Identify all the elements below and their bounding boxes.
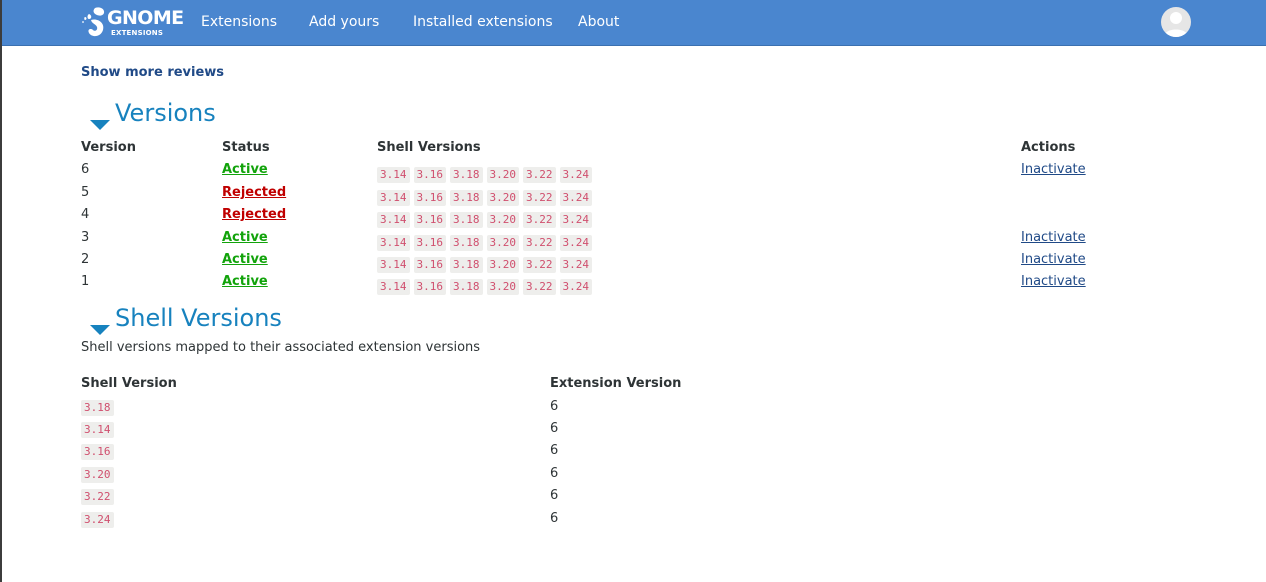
shell-version-list: 3.14 3.16 3.18 3.20 3.22 3.24: [377, 208, 596, 228]
shell-version-badge: 3.22: [523, 190, 556, 206]
inactivate-link[interactable]: Inactivate: [1021, 252, 1086, 268]
inactivate-link[interactable]: Inactivate: [1021, 274, 1086, 290]
shell-version-badge: 3.22: [523, 279, 556, 295]
logo-wordmark: GNOME: [107, 7, 184, 29]
shell-version-badge: 3.22: [523, 167, 556, 183]
user-avatar[interactable]: [1161, 7, 1191, 37]
versions-heading[interactable]: Versions: [90, 99, 216, 130]
shell-version-badge: 3.18: [450, 167, 483, 183]
col-shell-version: Shell Version: [81, 376, 177, 391]
nav-about[interactable]: About: [578, 13, 619, 31]
shell-version-badge: 3.24: [81, 512, 114, 528]
extension-version: 6: [550, 488, 559, 503]
shell-version-badge: 3.16: [413, 167, 446, 183]
gnome-extensions-logo[interactable]: GNOME EXTENSIONS: [81, 4, 184, 40]
shell-version-badge: 3.14: [81, 422, 114, 438]
col-shell-versions: Shell Versions: [377, 140, 481, 155]
nav-add-yours[interactable]: Add yours: [309, 13, 379, 31]
shell-version-badge: 3.16: [413, 212, 446, 228]
shell-version-badge: 3.18: [450, 190, 483, 206]
shell-version-badge: 3.24: [559, 235, 592, 251]
shell-version-badge: 3.14: [377, 190, 410, 206]
shell-versions-description: Shell versions mapped to their associate…: [81, 340, 481, 355]
extension-version: 6: [550, 399, 559, 414]
collapse-arrow-icon: [90, 120, 110, 130]
version-number: 4: [81, 207, 90, 222]
shell-version-badge: 3.14: [377, 235, 410, 251]
inactivate-link[interactable]: Inactivate: [1021, 162, 1086, 178]
version-number: 2: [81, 252, 90, 267]
shell-version-badge: 3.24: [559, 212, 592, 228]
status-link[interactable]: Active: [222, 252, 268, 268]
shell-version-badge: 3.20: [486, 257, 519, 273]
nav-extensions[interactable]: Extensions: [201, 13, 277, 31]
shell-version-badge: 3.18: [450, 235, 483, 251]
shell-version-badge: 3.24: [559, 279, 592, 295]
shell-version-badge: 3.16: [413, 279, 446, 295]
shell-version-list: 3.14 3.16 3.18 3.20 3.22 3.24: [377, 253, 596, 273]
inactivate-link[interactable]: Inactivate: [1021, 230, 1086, 246]
shell-version-badge: 3.24: [559, 190, 592, 206]
status-link[interactable]: Rejected: [222, 185, 286, 201]
shell-version-badge: 3.22: [523, 212, 556, 228]
col-extension-version: Extension Version: [550, 376, 682, 391]
show-more-reviews-link[interactable]: Show more reviews: [81, 65, 224, 81]
shell-version-badge: 3.16: [81, 444, 114, 460]
col-actions: Actions: [1021, 140, 1076, 155]
shell-version-badge: 3.14: [377, 167, 410, 183]
shell-version-badge: 3.20: [81, 467, 114, 483]
shell-version-badge: 3.16: [413, 257, 446, 273]
shell-versions-heading[interactable]: Shell Versions: [90, 304, 282, 335]
shell-version-list: 3.14 3.16 3.18 3.20 3.22 3.24: [377, 275, 596, 295]
shell-version-badge: 3.14: [377, 279, 410, 295]
shell-version-badge: 3.22: [523, 257, 556, 273]
extension-version: 6: [550, 443, 559, 458]
shell-version-badge: 3.24: [559, 167, 592, 183]
gnome-foot-icon: [82, 7, 105, 37]
nav-installed-extensions[interactable]: Installed extensions: [413, 13, 553, 31]
version-number: 3: [81, 230, 90, 245]
shell-version-badge: 3.20: [486, 279, 519, 295]
shell-version-badge: 3.20: [486, 167, 519, 183]
shell-version-badge: 3.16: [413, 235, 446, 251]
shell-version-badge: 3.14: [377, 212, 410, 228]
top-navigation-bar: GNOME EXTENSIONS Extensions Add yours In…: [2, 0, 1266, 46]
shell-version-badge: 3.20: [486, 212, 519, 228]
collapse-arrow-icon: [90, 325, 110, 335]
extension-version: 6: [550, 466, 559, 481]
version-number: 5: [81, 185, 90, 200]
status-link[interactable]: Active: [222, 230, 268, 246]
shell-version-badge: 3.18: [450, 257, 483, 273]
status-link[interactable]: Rejected: [222, 207, 286, 223]
status-link[interactable]: Active: [222, 162, 268, 178]
version-number: 6: [81, 162, 90, 177]
shell-version-badge: 3.20: [486, 235, 519, 251]
extension-version: 6: [550, 421, 559, 436]
version-number: 1: [81, 274, 90, 289]
extension-version: 6: [550, 511, 559, 526]
shell-version-list: 3.14 3.16 3.18 3.20 3.22 3.24: [377, 186, 596, 206]
shell-version-badge: 3.14: [377, 257, 410, 273]
shell-version-badge: 3.24: [559, 257, 592, 273]
col-version: Version: [81, 140, 136, 155]
shell-version-list: 3.14 3.16 3.18 3.20 3.22 3.24: [377, 231, 596, 251]
shell-version-badge: 3.18: [450, 279, 483, 295]
shell-version-badge: 3.18: [81, 400, 114, 416]
shell-version-badge: 3.22: [523, 235, 556, 251]
user-icon: [1164, 12, 1188, 37]
versions-title: Versions: [115, 99, 216, 127]
shell-versions-title: Shell Versions: [115, 304, 282, 332]
shell-version-badge: 3.18: [450, 212, 483, 228]
shell-version-badge: 3.20: [486, 190, 519, 206]
logo-subtitle: EXTENSIONS: [111, 29, 164, 37]
status-link[interactable]: Active: [222, 274, 268, 290]
shell-version-badge: 3.16: [413, 190, 446, 206]
shell-version-badge: 3.22: [81, 489, 114, 505]
col-status: Status: [222, 140, 270, 155]
shell-version-list: 3.14 3.16 3.18 3.20 3.22 3.24: [377, 163, 596, 183]
